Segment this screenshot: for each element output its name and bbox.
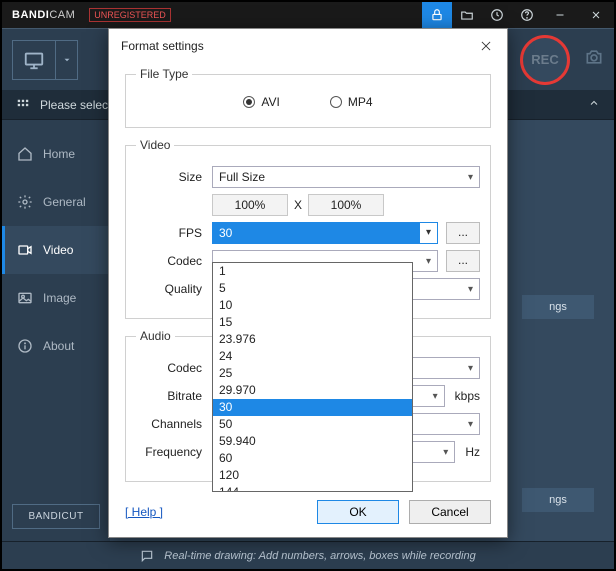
sidebar-item-label: General [43, 195, 86, 209]
fps-option[interactable]: 59.940 [213, 433, 412, 450]
video-legend: Video [136, 138, 174, 152]
codec-more-button[interactable]: ... [446, 250, 480, 272]
fps-option[interactable]: 30 [213, 399, 412, 416]
folder-icon[interactable] [452, 2, 482, 28]
sidebar-item-label: Video [43, 243, 73, 257]
chevron-down-icon: ▾ [468, 172, 473, 183]
dialog-body: File Type AVI MP4 Video Size Full Size ▾ [109, 63, 507, 493]
dialog-title: Format settings [121, 39, 204, 53]
radio-dot-icon [330, 96, 342, 108]
fps-label: FPS [136, 226, 212, 240]
lock-icon[interactable] [422, 2, 452, 28]
sidebar-item-image[interactable]: Image [2, 274, 110, 322]
file-type-group: File Type AVI MP4 [125, 67, 491, 128]
radio-dot-icon [243, 96, 255, 108]
fps-option[interactable]: 24 [213, 348, 412, 365]
x-label: X [288, 198, 308, 212]
fps-option[interactable]: 1 [213, 263, 412, 280]
dialog-close-button[interactable] [477, 37, 495, 55]
close-button[interactable] [578, 2, 614, 28]
radio-avi[interactable]: AVI [243, 95, 279, 109]
width-percent[interactable]: 100% [212, 194, 288, 216]
chevron-up-icon [588, 97, 600, 112]
height-percent[interactable]: 100% [308, 194, 384, 216]
minimize-button[interactable] [542, 2, 578, 28]
settings-button-1[interactable]: ngs [522, 295, 594, 319]
titlebar: BANDI CAM UNREGISTERED [2, 2, 614, 28]
bandicut-button[interactable]: BANDICUT [12, 504, 100, 529]
frequency-unit: Hz [465, 445, 480, 459]
sidebar-item-label: About [43, 339, 74, 353]
audio-legend: Audio [136, 329, 175, 343]
brand-text-b: CAM [49, 9, 75, 21]
cancel-button[interactable]: Cancel [409, 500, 491, 524]
fps-more-button[interactable]: ... [446, 222, 480, 244]
chevron-down-icon: ▾ [419, 223, 437, 243]
mode-dropdown-button[interactable] [56, 40, 78, 80]
camera-icon[interactable] [584, 47, 604, 72]
fps-option[interactable]: 10 [213, 297, 412, 314]
mode-monitor-button[interactable] [12, 40, 56, 80]
sidebar-item-about[interactable]: About [2, 322, 110, 370]
sidebar-item-label: Home [43, 147, 75, 161]
fps-option[interactable]: 60 [213, 450, 412, 467]
fps-combo[interactable]: 30 ▾ [212, 222, 438, 244]
fps-option[interactable]: 29.970 [213, 382, 412, 399]
grid-icon [16, 98, 30, 112]
sidebar: Home General Video Image About BANDICUT [2, 120, 110, 541]
tip-text: Real-time drawing: Add numbers, arrows, … [164, 550, 475, 562]
radio-mp4[interactable]: MP4 [330, 95, 373, 109]
sidebar-item-home[interactable]: Home [2, 130, 110, 178]
sidebar-item-general[interactable]: General [2, 178, 110, 226]
size-combo[interactable]: Full Size ▾ [212, 166, 480, 188]
frequency-label: Frequency [136, 445, 212, 459]
help-icon[interactable] [512, 2, 542, 28]
radio-mp4-label: MP4 [348, 95, 373, 109]
size-label: Size [136, 170, 212, 184]
quality-label: Quality [136, 282, 212, 296]
brand: BANDI CAM [2, 9, 85, 21]
sidebar-item-video[interactable]: Video [2, 226, 110, 274]
fps-option[interactable]: 50 [213, 416, 412, 433]
audio-codec-label: Codec [136, 361, 212, 375]
radio-avi-label: AVI [261, 95, 279, 109]
bandicut-label: BANDICUT [28, 511, 83, 522]
fps-option[interactable]: 144 [213, 484, 412, 492]
bitrate-label: Bitrate [136, 389, 212, 403]
dialog-titlebar: Format settings [109, 29, 507, 63]
settings-button-2[interactable]: ngs [522, 488, 594, 512]
fps-dropdown-list[interactable]: 15101523.976242529.970305059.94060120144… [212, 262, 413, 492]
tip-bar: Real-time drawing: Add numbers, arrows, … [2, 541, 614, 569]
channels-label: Channels [136, 417, 212, 431]
size-value: Full Size [219, 170, 265, 184]
fps-value: 30 [213, 223, 419, 243]
codec-label: Codec [136, 254, 212, 268]
dialog-footer: [ Help ] OK Cancel [109, 493, 507, 537]
fps-option[interactable]: 23.976 [213, 331, 412, 348]
record-button[interactable]: REC [520, 35, 570, 85]
bitrate-unit: kbps [455, 389, 480, 403]
fps-option[interactable]: 25 [213, 365, 412, 382]
file-type-legend: File Type [136, 67, 192, 81]
fps-option[interactable]: 5 [213, 280, 412, 297]
fps-option[interactable]: 120 [213, 467, 412, 484]
format-settings-dialog: Format settings File Type AVI MP4 Video [108, 28, 508, 538]
unregistered-badge: UNREGISTERED [89, 8, 171, 22]
help-link[interactable]: [ Help ] [125, 505, 163, 519]
ok-button[interactable]: OK [317, 500, 399, 524]
clock-icon[interactable] [482, 2, 512, 28]
sidebar-item-label: Image [43, 291, 76, 305]
record-label: REC [531, 52, 558, 67]
chat-icon [140, 549, 154, 563]
fps-option[interactable]: 15 [213, 314, 412, 331]
brand-text-a: BANDI [12, 9, 49, 21]
